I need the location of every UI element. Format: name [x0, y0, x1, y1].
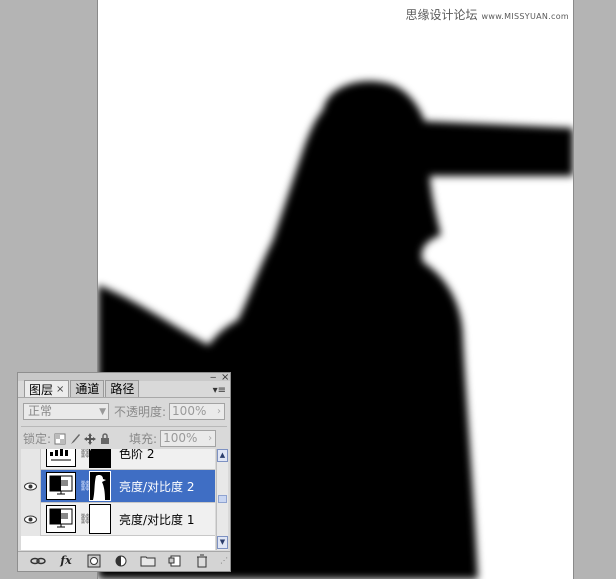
mask-thumbnail	[89, 471, 111, 501]
layers-list: ⛓ 色阶 2 ⛓ 亮度/对比度 2 ⛓ 亮度/对比度 1	[21, 449, 215, 550]
layer-name: 亮度/对比度 1	[119, 512, 195, 527]
layer-name: 色阶 2	[119, 449, 155, 461]
resize-grip-icon[interactable]: ⋰	[216, 554, 232, 568]
layer-row-brightness-contrast-2[interactable]: ⛓ 亮度/对比度 2	[21, 469, 215, 503]
fill-field[interactable]: 100% ›	[160, 430, 217, 447]
adjustment-thumbnail	[46, 505, 76, 533]
link-layers-icon[interactable]	[30, 554, 46, 568]
visibility-toggle[interactable]	[21, 502, 41, 536]
add-mask-icon[interactable]	[86, 554, 102, 568]
lock-transparent-icon[interactable]	[54, 433, 66, 445]
lock-row: 锁定: 填充: 100% ›	[23, 429, 217, 448]
chain-link-icon[interactable]: ⛓	[79, 481, 92, 492]
panel-tabs: 图层 × 通道 路径	[24, 380, 140, 398]
minimize-icon[interactable]: ‒	[210, 373, 216, 383]
layer-row-levels-2[interactable]: ⛓ 色阶 2	[21, 449, 215, 470]
watermark: 思缘设计论坛 www.MISSYUAN.com	[406, 6, 570, 23]
chain-link-icon[interactable]: ⛓	[79, 449, 92, 459]
layers-panel: ‒ × 图层 × 通道 路径 ▾≡ 正常 ▼ 不透明度: 100% › 锁定:	[17, 372, 231, 572]
fill-label: 填充:	[129, 432, 158, 446]
chevron-right-icon[interactable]: ›	[208, 431, 212, 446]
visibility-toggle[interactable]	[21, 449, 41, 470]
scroll-down-icon[interactable]: ▼	[217, 536, 228, 549]
close-icon[interactable]: ×	[221, 373, 229, 383]
panel-bottom-toolbar: fx ⋰	[18, 551, 230, 571]
scroll-up-icon[interactable]: ▲	[217, 449, 228, 462]
tab-channels[interactable]: 通道	[70, 380, 105, 397]
trash-icon[interactable]	[194, 554, 210, 568]
blend-row: 正常 ▼ 不透明度: 100% ›	[23, 402, 226, 421]
folder-icon[interactable]	[140, 554, 156, 568]
layer-name: 亮度/对比度 2	[119, 479, 195, 494]
lock-all-icon[interactable]	[99, 432, 111, 445]
chain-link-icon[interactable]: ⛓	[79, 514, 92, 525]
watermark-text: 思缘设计论坛	[405, 8, 478, 22]
panel-menu-icon[interactable]: ▾≡	[213, 385, 226, 396]
tab-close-icon[interactable]: ×	[56, 382, 64, 398]
adjustment-layer-icon[interactable]	[114, 554, 130, 568]
lock-brush-icon[interactable]	[69, 433, 81, 445]
watermark-url: www.MISSYUAN.com	[481, 12, 569, 21]
chevron-down-icon: ▼	[99, 407, 106, 417]
chevron-right-icon[interactable]: ›	[217, 404, 221, 419]
layers-scrollbar[interactable]: ▲ ▼	[216, 449, 228, 550]
tab-layers[interactable]: 图层 ×	[24, 380, 70, 398]
fx-icon[interactable]: fx	[58, 554, 74, 568]
lock-move-icon[interactable]	[84, 432, 97, 445]
mask-thumbnail	[89, 449, 111, 468]
fill-value: 100%	[163, 431, 198, 445]
blend-mode-select[interactable]: 正常 ▼	[23, 403, 109, 420]
tab-divider	[18, 397, 230, 398]
eye-icon	[24, 482, 37, 490]
opacity-field[interactable]: 100% ›	[169, 403, 226, 420]
lock-label: 锁定:	[23, 432, 52, 446]
tab-channels-label: 通道	[75, 382, 100, 396]
opacity-label: 不透明度:	[114, 405, 167, 419]
scroll-thumb[interactable]	[218, 495, 227, 503]
layer-row-brightness-contrast-1[interactable]: ⛓ 亮度/对比度 1	[21, 502, 215, 536]
divider	[21, 426, 227, 427]
tab-paths[interactable]: 路径	[105, 380, 140, 397]
new-layer-icon[interactable]	[167, 554, 183, 568]
tab-layers-label: 图层	[29, 382, 54, 397]
eye-icon	[24, 515, 37, 523]
visibility-toggle[interactable]	[21, 469, 41, 503]
adjustment-thumbnail	[46, 472, 76, 500]
mask-thumbnail	[89, 504, 111, 534]
blend-mode-value: 正常	[28, 404, 53, 418]
tab-paths-label: 路径	[110, 382, 135, 396]
opacity-value: 100%	[172, 404, 207, 418]
adjustment-thumbnail	[46, 449, 76, 467]
